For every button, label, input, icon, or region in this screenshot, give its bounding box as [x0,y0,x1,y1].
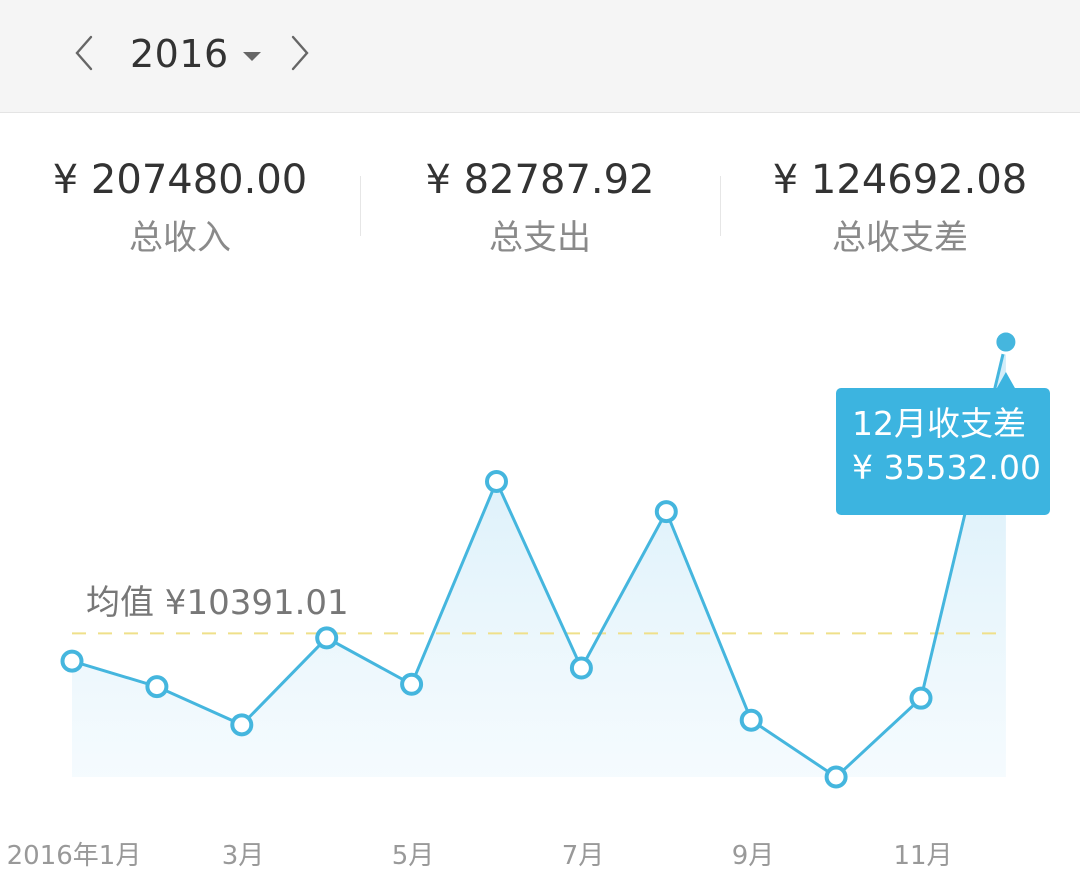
x-tick-label: 3月 [221,841,265,871]
chart-point[interactable] [60,649,84,673]
chart-point[interactable] [230,713,254,737]
top-bar: 2016 [0,0,1080,113]
x-tick-label: 9月 [731,841,775,871]
summary-panel: ¥ 207480.00 总收入 ¥ 82787.92 总支出 ¥ 124692.… [0,150,1080,270]
tooltip-value: ¥ 35532.00 [852,448,1041,487]
chevron-left-icon [75,35,93,71]
tooltip-title: 12月收支差 [852,404,1026,443]
chart-point[interactable] [145,675,169,699]
chart-point[interactable] [569,656,593,680]
balance-chart[interactable]: 均值 ¥10391.01 12月收支差 ¥ 35532.00 2016年1月 3… [0,300,1080,896]
caret-down-icon [242,51,261,61]
x-tick-label: 11月 [893,841,953,871]
chart-point[interactable] [824,765,848,789]
balance-value: ¥ 124692.08 [772,157,1028,203]
x-tick-label: 7月 [561,841,605,871]
expense-value: ¥ 82787.92 [425,157,655,203]
chart-point[interactable] [400,672,424,696]
expense-label: 总支出 [489,218,591,258]
x-tick-label: 2016年1月 [6,841,142,871]
chart-point[interactable] [654,500,678,524]
chart-tooltip: 12月收支差 ¥ 35532.00 [836,388,1050,515]
average-label: 均值 ¥10391.01 [86,583,349,623]
chart-point-selected[interactable] [993,329,1019,355]
chart-point[interactable] [315,626,339,650]
chart-point[interactable] [909,686,933,710]
chart-point[interactable] [485,469,508,493]
summary-expense: ¥ 82787.92 总支出 [360,150,720,270]
year-value: 2016 [130,32,229,76]
balance-label: 总收支差 [832,218,968,258]
chevron-right-icon [291,35,309,71]
income-value: ¥ 207480.00 [52,157,308,203]
summary-balance: ¥ 124692.08 总收支差 [720,150,1080,270]
next-year-button[interactable] [280,30,320,76]
x-tick-label: 5月 [391,841,435,871]
prev-year-button[interactable] [64,30,104,76]
chart-point[interactable] [739,708,763,732]
year-dropdown[interactable]: 2016 [130,26,261,82]
income-label: 总收入 [129,218,231,258]
summary-income: ¥ 207480.00 总收入 [0,150,360,270]
